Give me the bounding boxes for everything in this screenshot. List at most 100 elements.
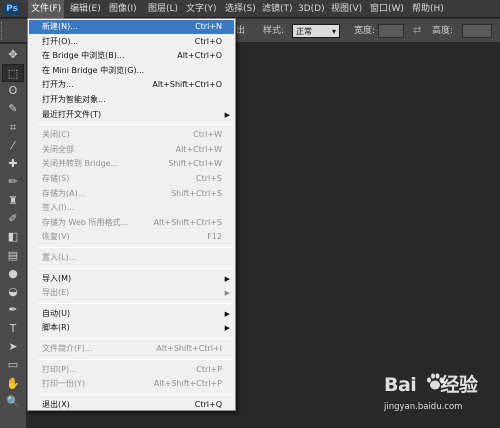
menu-item-shortcut: F12 bbox=[207, 232, 222, 242]
menu-item-label: 新建(N)... bbox=[42, 22, 78, 31]
menu-item-label: 最近打开文件(T) bbox=[42, 109, 102, 119]
menu-separator bbox=[38, 358, 233, 360]
brush-icon[interactable]: ✏ bbox=[2, 173, 24, 191]
menu-item-shortcut: Ctrl+O bbox=[194, 36, 222, 46]
menu-item-label: 导出(E) bbox=[42, 288, 70, 298]
hand-icon[interactable]: ✋ bbox=[2, 375, 24, 393]
menubar-item-2[interactable]: 图像(I) bbox=[106, 0, 140, 18]
type-icon[interactable]: T bbox=[2, 320, 24, 338]
file-menu-item[interactable]: 打开为... Alt+Shift+Ctrl+O bbox=[29, 78, 234, 92]
file-menu-item[interactable]: 导入(M) ▶ bbox=[29, 272, 234, 286]
options-bar-grip[interactable] bbox=[1, 22, 4, 40]
menu-item-label: 脚本(R) bbox=[42, 323, 70, 333]
menu-item-label: 存储为 Web 所用格式... bbox=[42, 217, 129, 227]
menubar-item-5[interactable]: 选择(S) bbox=[222, 0, 259, 18]
file-menu-item[interactable]: 恢复(V) F12 bbox=[29, 230, 234, 244]
height-label: 高度: bbox=[432, 26, 454, 36]
menu-item-label: 签入(I)... bbox=[42, 203, 75, 213]
menu-item-label: 恢复(V) bbox=[42, 232, 70, 242]
file-menu-dropdown: 新建(N)... Ctrl+N 打开(O)... Ctrl+O 在 Bridge 中浏览… bbox=[27, 18, 236, 411]
clone-stamp-icon[interactable]: ♜ bbox=[2, 192, 24, 210]
file-menu-item[interactable]: 脚本(R) ▶ bbox=[29, 321, 234, 335]
menu-item-label: 自动(U) bbox=[42, 308, 71, 318]
eraser-icon[interactable]: ◧ bbox=[2, 228, 24, 246]
file-menu-item[interactable]: 存储(S) Ctrl+S bbox=[29, 172, 234, 186]
menu-item-label: 关闭并转到 Bridge... bbox=[42, 159, 119, 169]
crop-icon[interactable]: ⌗ bbox=[2, 119, 24, 137]
menubar-item-9[interactable]: 窗口(W) bbox=[367, 0, 407, 18]
file-menu-item[interactable]: 文件简介(F)... Alt+Shift+Ctrl+I bbox=[29, 342, 234, 356]
baidu-paw-icon bbox=[427, 373, 444, 390]
file-menu-item[interactable]: 置入(L)... bbox=[29, 251, 234, 265]
file-menu-item[interactable]: 新建(N)... Ctrl+N bbox=[29, 20, 234, 34]
menu-item-label: 存储(S) bbox=[42, 174, 70, 183]
menubar-item-0[interactable]: 文件(F) bbox=[28, 0, 65, 18]
menubar-item-6[interactable]: 滤镜(T) bbox=[259, 0, 296, 18]
file-menu-item[interactable]: 最近打开文件(T) ▶ bbox=[29, 108, 234, 122]
submenu-arrow-icon: ▶ bbox=[224, 324, 230, 333]
file-menu-item[interactable]: 在 Bridge 中浏览(B)... Alt+Ctrl+O bbox=[29, 49, 234, 63]
menu-item-label: 打开为... bbox=[42, 80, 74, 90]
file-menu-item[interactable]: 打开为智能对象... bbox=[29, 93, 234, 107]
menu-item-shortcut: Ctrl+N bbox=[195, 22, 222, 31]
menubar-item-3[interactable]: 图层(L) bbox=[145, 0, 181, 18]
menu-separator bbox=[38, 267, 233, 269]
file-menu-item[interactable]: 关闭全部 Alt+Ctrl+W bbox=[29, 143, 234, 157]
menu-item-shortcut: Ctrl+Q bbox=[194, 399, 222, 409]
blur-icon[interactable]: ● bbox=[2, 265, 24, 283]
style-label: 样式: bbox=[263, 26, 285, 36]
menu-item-label: 打开为智能对象... bbox=[42, 95, 106, 104]
width-input[interactable] bbox=[378, 24, 404, 38]
height-input[interactable] bbox=[462, 24, 492, 38]
menu-item-shortcut: Shift+Ctrl+S bbox=[171, 188, 222, 198]
menu-item-shortcut: Shift+Ctrl+W bbox=[168, 159, 222, 169]
rectangle-shape-icon[interactable]: ▭ bbox=[2, 356, 24, 374]
menubar-item-7[interactable]: 3D(D) bbox=[295, 0, 328, 18]
dodge-icon[interactable]: ◒ bbox=[2, 283, 24, 301]
menu-item-shortcut: Ctrl+W bbox=[193, 130, 222, 140]
menu-item-shortcut: Alt+Shift+Ctrl+O bbox=[152, 80, 222, 90]
watermark-url: jingyan.baidu.com bbox=[384, 402, 463, 412]
menu-item-label: 置入(L)... bbox=[42, 253, 77, 262]
file-menu-item[interactable]: 打开(O)... Ctrl+O bbox=[29, 35, 234, 49]
menu-item-label: 关闭(C) bbox=[42, 130, 70, 140]
zoom-icon[interactable]: 🔍 bbox=[2, 393, 24, 411]
menu-item-shortcut: Alt+Ctrl+W bbox=[175, 144, 222, 154]
style-select[interactable]: 正常 bbox=[292, 24, 340, 39]
feather-label-partial: 出 bbox=[236, 26, 246, 36]
pen-icon[interactable]: ✒ bbox=[2, 301, 24, 319]
baidu-jingyan-watermark: Bai 经验 jingyan.baidu.com bbox=[380, 368, 498, 426]
menu-separator bbox=[38, 124, 233, 126]
file-menu-item[interactable]: 存储为 Web 所用格式... Alt+Shift+Ctrl+S bbox=[29, 216, 234, 230]
submenu-arrow-icon: ▶ bbox=[224, 110, 230, 119]
file-menu-item[interactable]: 关闭(C) Ctrl+W bbox=[29, 128, 234, 142]
history-brush-icon[interactable]: ✐ bbox=[2, 210, 24, 228]
menubar-item-1[interactable]: 编辑(E) bbox=[67, 0, 104, 18]
gradient-icon[interactable]: ▤ bbox=[2, 247, 24, 265]
menu-item-label: 关闭全部 bbox=[42, 144, 74, 154]
file-menu-item[interactable]: 签入(I)... bbox=[29, 201, 234, 215]
lasso-icon[interactable]: ʘ bbox=[2, 82, 24, 100]
file-menu-item[interactable]: 打印(P)... Ctrl+P bbox=[29, 363, 234, 377]
eyedropper-icon[interactable]: ⁄ bbox=[2, 137, 24, 155]
file-menu-item[interactable]: 打印一份(Y) Alt+Shift+Ctrl+P bbox=[29, 377, 234, 391]
menubar-item-4[interactable]: 文字(Y) bbox=[183, 0, 220, 18]
move-tool-icon[interactable]: ✥ bbox=[2, 46, 24, 64]
menu-item-shortcut: Alt+Shift+Ctrl+I bbox=[156, 344, 222, 353]
menubar-item-10[interactable]: 帮助(H) bbox=[409, 0, 447, 18]
file-menu-item[interactable]: 存储为(A)... Shift+Ctrl+S bbox=[29, 187, 234, 201]
menu-separator bbox=[38, 338, 233, 339]
spot-healing-icon[interactable]: ✚ bbox=[2, 155, 24, 173]
width-label: 宽度: bbox=[354, 26, 376, 36]
path-selection-icon[interactable]: ➤ bbox=[2, 338, 24, 356]
rectangular-marquee-icon[interactable]: ⬚ bbox=[2, 64, 24, 82]
file-menu-item[interactable]: 导出(E) ▶ bbox=[29, 286, 234, 300]
file-menu-item[interactable]: 自动(U) ▶ bbox=[29, 307, 234, 321]
swap-arrows-icon[interactable]: ⇄ bbox=[413, 19, 421, 43]
quick-selection-icon[interactable]: ✎ bbox=[2, 100, 24, 118]
file-menu-item[interactable]: 退出(X) Ctrl+Q bbox=[29, 398, 234, 412]
file-menu-item[interactable]: 关闭并转到 Bridge... Shift+Ctrl+W bbox=[29, 157, 234, 171]
file-menu-item[interactable]: 在 Mini Bridge 中浏览(G)... bbox=[29, 64, 234, 78]
menubar: Ps 文件(F) 编辑(E) 图像(I) 图层(L) 文字(Y) 选择(S) 滤镜(T) 3D… bbox=[0, 0, 500, 18]
menubar-item-8[interactable]: 视图(V) bbox=[328, 0, 365, 18]
